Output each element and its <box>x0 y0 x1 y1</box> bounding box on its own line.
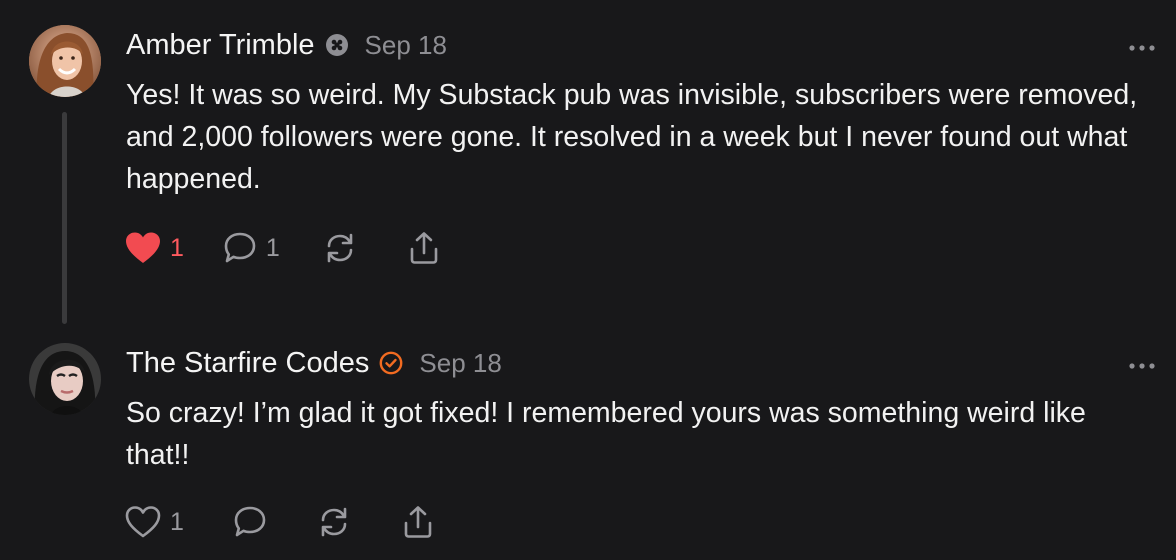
comment-item: Amber Trimble Sep 18 Yes! It was so weir… <box>0 0 1176 330</box>
comment-icon <box>222 230 258 266</box>
restack-button[interactable] <box>316 504 352 540</box>
comment-item: The Starfire Codes Sep 18 So crazy! I’m … <box>0 330 1176 560</box>
comment-header: Amber Trimble Sep 18 <box>126 25 447 65</box>
share-button[interactable] <box>406 230 442 266</box>
comment-text: Yes! It was so weird. My Substack pub wa… <box>126 79 1138 195</box>
comment-actions: 1 <box>124 502 436 542</box>
reply-button[interactable] <box>232 504 268 540</box>
author-name[interactable]: The Starfire Codes <box>126 347 369 380</box>
avatar[interactable] <box>29 25 101 97</box>
comment-header: The Starfire Codes Sep 18 <box>126 343 502 383</box>
reply-button[interactable]: 1 <box>222 230 280 266</box>
more-options-icon[interactable] <box>1128 40 1156 51</box>
like-button[interactable]: 1 <box>124 505 184 539</box>
restack-icon <box>322 230 358 266</box>
like-count: 1 <box>170 233 184 262</box>
heart-icon <box>124 505 162 539</box>
comment-text: So crazy! I’m glad it got fixed! I remem… <box>126 397 1086 471</box>
author-name[interactable]: Amber Trimble <box>126 29 315 62</box>
share-icon <box>400 504 436 540</box>
comment-actions: 1 1 <box>124 228 442 268</box>
like-count: 1 <box>170 507 184 536</box>
share-button[interactable] <box>400 504 436 540</box>
more-options-icon[interactable] <box>1128 358 1156 369</box>
like-button[interactable]: 1 <box>124 231 184 265</box>
heart-icon <box>124 231 162 265</box>
reply-count: 1 <box>265 233 280 262</box>
verified-check-icon <box>379 351 403 375</box>
restack-button[interactable] <box>322 230 358 266</box>
avatar[interactable] <box>29 343 101 415</box>
grid-badge-icon <box>325 33 349 57</box>
share-icon <box>406 230 442 266</box>
comment-date: Sep 18 <box>419 347 502 378</box>
comment-icon <box>232 504 268 540</box>
restack-icon <box>316 504 352 540</box>
thread-line <box>62 112 67 324</box>
comment-date: Sep 18 <box>364 29 447 60</box>
